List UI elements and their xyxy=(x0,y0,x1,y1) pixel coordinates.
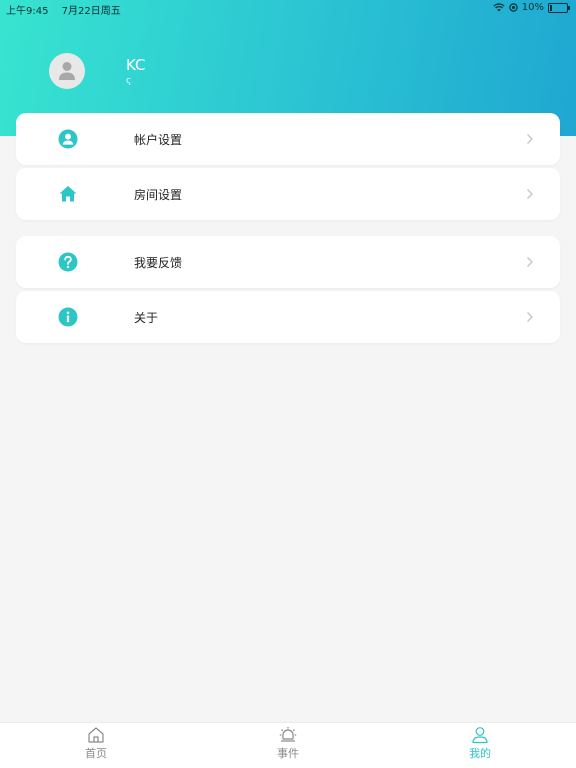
menu-item-account-settings[interactable]: 帐户设置 xyxy=(16,113,560,165)
user-subtitle: ς xyxy=(126,76,132,86)
chevron-right-icon xyxy=(527,134,533,144)
chevron-right-icon xyxy=(527,189,533,199)
menu-item-label: 我要反馈 xyxy=(134,256,183,270)
alarm-icon xyxy=(279,727,297,742)
status-bar: 上午9:45 7月22日周五 10% xyxy=(0,0,576,17)
home-outline-icon xyxy=(88,727,104,743)
menu-item-about[interactable]: 关于 xyxy=(16,291,560,343)
person-icon xyxy=(472,727,488,744)
menu-item-feedback[interactable]: 我要反馈 xyxy=(16,236,560,288)
battery-percent: 10% xyxy=(521,2,544,13)
menu-item-label: 关于 xyxy=(134,311,159,325)
tab-home[interactable]: 首页 xyxy=(0,723,192,768)
status-time-date: 上午9:45 7月22日周五 xyxy=(6,2,131,17)
menu-item-room-settings[interactable]: 房间设置 xyxy=(16,168,560,220)
tab-label: 我的 xyxy=(469,747,491,760)
avatar[interactable] xyxy=(49,53,85,89)
tab-bar: 首页 事件 我的 xyxy=(0,722,576,768)
tab-mine[interactable]: 我的 xyxy=(384,723,576,768)
user-circle-icon xyxy=(58,129,78,149)
location-lock-icon xyxy=(509,3,518,12)
status-date: 7月22日周五 xyxy=(61,6,121,17)
home-icon xyxy=(59,186,77,202)
wifi-icon xyxy=(493,3,505,12)
avatar-person-icon xyxy=(59,62,75,80)
info-icon xyxy=(58,307,78,327)
tab-events[interactable]: 事件 xyxy=(192,723,384,768)
profile-screen: 上午9:45 7月22日周五 10% KC ς 帐户设置 房间设置 我要反馈 关… xyxy=(0,0,576,768)
menu-item-label: 房间设置 xyxy=(134,188,183,202)
question-icon xyxy=(58,252,78,272)
chevron-right-icon xyxy=(527,257,533,267)
tab-label: 事件 xyxy=(277,747,299,760)
status-indicators: 10% xyxy=(493,2,570,13)
chevron-right-icon xyxy=(527,312,533,322)
battery-fill xyxy=(550,4,552,11)
menu-item-label: 帐户设置 xyxy=(134,133,183,147)
status-time: 上午9:45 xyxy=(6,6,49,17)
user-name: KC xyxy=(126,56,146,74)
battery-icon xyxy=(548,2,570,13)
tab-label: 首页 xyxy=(85,747,107,760)
